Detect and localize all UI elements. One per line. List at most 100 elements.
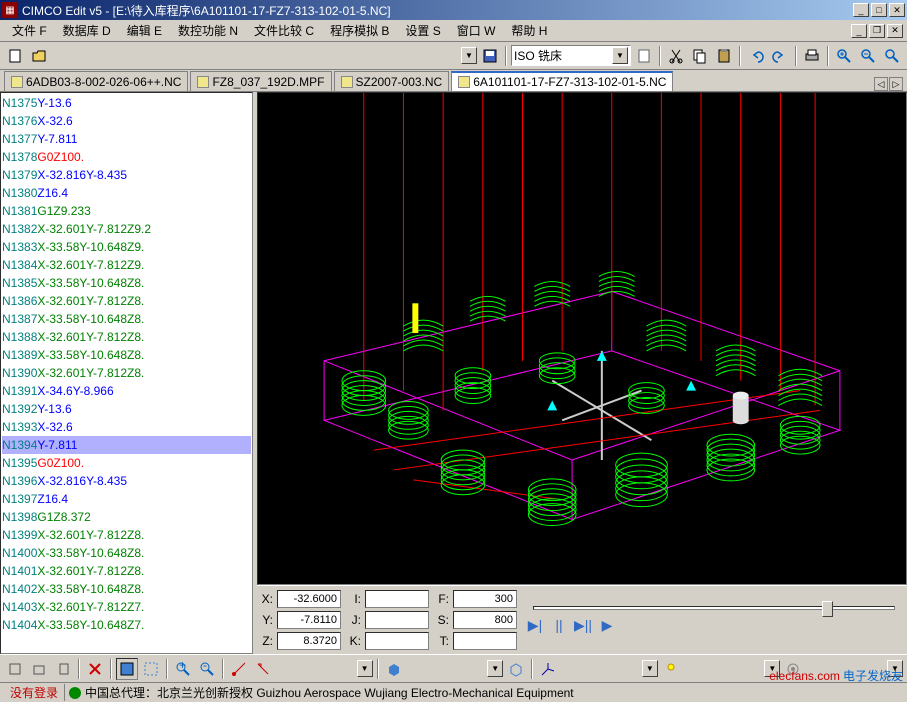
close-button[interactable]: ✕ [889, 3, 905, 17]
minimize-button[interactable]: _ [853, 3, 869, 17]
code-line[interactable]: N1380Z16.4 [2, 184, 251, 202]
code-line[interactable]: N1377Y-7.811 [2, 130, 251, 148]
redo-button[interactable] [769, 45, 791, 67]
file-tab[interactable]: 6A101101-17-FZ7-313-102-01-5.NC [451, 71, 673, 91]
view-side-button[interactable] [52, 658, 74, 680]
code-line[interactable]: N1375Y-13.6 [2, 94, 251, 112]
j-field [365, 611, 429, 629]
code-line[interactable]: N1382X-32.601Y-7.812Z9.2 [2, 220, 251, 238]
code-line[interactable]: N1404X-33.58Y-10.648Z7. [2, 616, 251, 634]
code-line[interactable]: N1387X-33.58Y-10.648Z8. [2, 310, 251, 328]
mdi-restore-button[interactable]: ❐ [869, 24, 885, 38]
menu-nc[interactable]: 数控功能 N [170, 20, 246, 41]
pause-button[interactable]: || [549, 616, 569, 634]
open-file-button[interactable] [28, 45, 50, 67]
tool-button[interactable] [252, 658, 274, 680]
menu-compare[interactable]: 文件比较 C [246, 20, 322, 41]
code-line[interactable]: N1385X-33.58Y-10.648Z8. [2, 274, 251, 292]
view-front-button[interactable] [28, 658, 50, 680]
axis-dropdown-button[interactable]: ▼ [642, 660, 658, 677]
menu-setup[interactable]: 设置 S [397, 20, 448, 41]
axis-button[interactable] [537, 658, 559, 680]
code-line[interactable]: N1395G0Z100. [2, 454, 251, 472]
file-tab[interactable]: 6ADB03-8-002-026-06++.NC [4, 71, 188, 91]
code-line[interactable]: N1381G1Z9.233 [2, 202, 251, 220]
paste-button[interactable] [713, 45, 735, 67]
maximize-button[interactable]: □ [871, 3, 887, 17]
mdi-minimize-button[interactable]: _ [851, 24, 867, 38]
code-line[interactable]: N1400X-33.58Y-10.648Z8. [2, 544, 251, 562]
x-field: -32.6000 [277, 590, 341, 608]
code-line[interactable]: N1390X-32.601Y-7.812Z8. [2, 364, 251, 382]
menu-file[interactable]: 文件 F [4, 20, 55, 41]
step-forward-button[interactable]: ▶|| [573, 616, 593, 634]
mdi-close-button[interactable]: ✕ [887, 24, 903, 38]
new-file-button[interactable] [4, 45, 26, 67]
find-button[interactable] [881, 45, 903, 67]
code-line[interactable]: N1393X-32.6 [2, 418, 251, 436]
menu-window[interactable]: 窗口 W [449, 20, 504, 41]
light-dropdown-button[interactable]: ▼ [764, 660, 780, 677]
speed-slider[interactable] [533, 606, 895, 610]
code-line[interactable]: N1399X-32.601Y-7.812Z8. [2, 526, 251, 544]
code-line[interactable]: N1398G1Z8.372 [2, 508, 251, 526]
3d-viewport[interactable] [257, 92, 907, 585]
zoom-in-view-button[interactable]: + [172, 658, 194, 680]
code-editor-pane[interactable]: N1375Y-13.6N1376X-32.6N1377Y-7.811N1378G… [0, 92, 253, 654]
undo-button[interactable] [745, 45, 767, 67]
menu-sim[interactable]: 程序模拟 B [322, 20, 397, 41]
zoom-out-view-button[interactable]: - [196, 658, 218, 680]
tab-label: FZ8_037_192D.MPF [212, 75, 324, 89]
cut-button[interactable] [665, 45, 687, 67]
zoom-out-button[interactable] [857, 45, 879, 67]
save-file-button[interactable] [479, 45, 501, 67]
copy-button[interactable] [689, 45, 711, 67]
step-back-button[interactable]: ▶| [525, 616, 545, 634]
tab-label: 6A101101-17-FZ7-313-102-01-5.NC [473, 75, 666, 89]
bottom-toolbar: + - ▼ ▼ ▼ ▼ ▼ [0, 654, 907, 682]
code-line[interactable]: N1376X-32.6 [2, 112, 251, 130]
tab-scroll-left-button[interactable]: ◁ [874, 77, 888, 91]
zoom-in-button[interactable] [833, 45, 855, 67]
code-line[interactable]: N1383X-33.58Y-10.648Z9. [2, 238, 251, 256]
file-tab[interactable]: SZ2007-003.NC [334, 71, 450, 91]
wireframe-button[interactable] [505, 658, 527, 680]
zoom-window-button[interactable] [140, 658, 162, 680]
code-line[interactable]: N1403X-32.601Y-7.812Z7. [2, 598, 251, 616]
print-button[interactable] [801, 45, 823, 67]
code-line[interactable]: N1386X-32.601Y-7.812Z8. [2, 292, 251, 310]
code-line[interactable]: N1402X-33.58Y-10.648Z8. [2, 580, 251, 598]
code-line[interactable]: N1379X-32.816Y-8.435 [2, 166, 251, 184]
code-line[interactable]: N1388X-32.601Y-7.812Z8. [2, 328, 251, 346]
view-top-button[interactable] [4, 658, 26, 680]
play-button[interactable]: ▶ [597, 616, 617, 634]
code-line[interactable]: N1378G0Z100. [2, 148, 251, 166]
file-tab[interactable]: FZ8_037_192D.MPF [190, 71, 331, 91]
code-line[interactable]: N1384X-32.601Y-7.812Z9. [2, 256, 251, 274]
machine-combo[interactable]: ISO 铣床 ▼ [511, 45, 631, 66]
tab-scroll-right-button[interactable]: ▷ [889, 77, 903, 91]
tool-dropdown-button[interactable]: ▼ [357, 660, 373, 677]
zoom-fit-button[interactable] [116, 658, 138, 680]
settings-dropdown-button[interactable]: ▼ [887, 660, 903, 677]
code-line[interactable]: N1396X-32.816Y-8.435 [2, 472, 251, 490]
code-line[interactable]: N1401X-32.601Y-7.812Z8. [2, 562, 251, 580]
file-tabs: 6ADB03-8-002-026-06++.NC FZ8_037_192D.MPF… [0, 70, 907, 92]
solid-view-button[interactable] [383, 658, 405, 680]
measure-button[interactable] [228, 658, 250, 680]
open-dropdown-button[interactable]: ▼ [461, 47, 477, 64]
code-line[interactable]: N1391X-34.6Y-8.966 [2, 382, 251, 400]
machine-config-button[interactable] [633, 45, 655, 67]
menu-help[interactable]: 帮助 H [503, 20, 555, 41]
code-line[interactable]: N1392Y-13.6 [2, 400, 251, 418]
clear-view-button[interactable] [84, 658, 106, 680]
code-line[interactable]: N1394Y-7.811 [2, 436, 251, 454]
menu-database[interactable]: 数据库 D [55, 20, 119, 41]
light-button[interactable] [660, 658, 682, 680]
solid-dropdown-button[interactable]: ▼ [487, 660, 503, 677]
code-line[interactable]: N1397Z16.4 [2, 490, 251, 508]
status-dot-icon [69, 687, 81, 699]
menu-edit[interactable]: 编辑 E [119, 20, 170, 41]
code-line[interactable]: N1389X-33.58Y-10.648Z8. [2, 346, 251, 364]
settings-view-button[interactable] [782, 658, 804, 680]
